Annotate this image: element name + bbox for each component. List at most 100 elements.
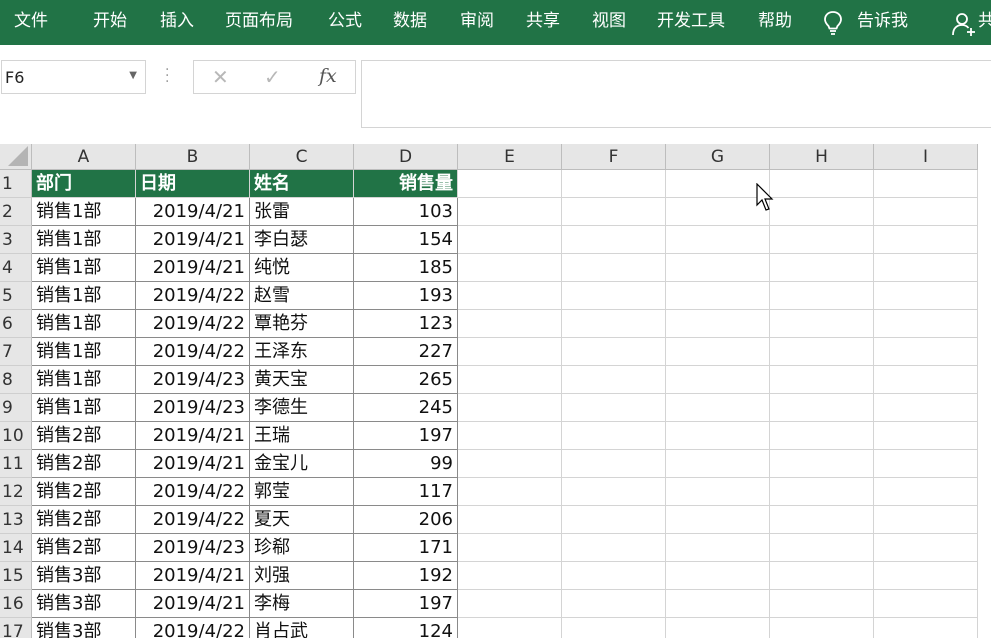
cell-h13[interactable] (770, 506, 874, 534)
data-cell[interactable]: 2019/4/22 (136, 282, 250, 310)
cell-h2[interactable] (770, 198, 874, 226)
cell-g8[interactable] (666, 366, 770, 394)
data-cell[interactable]: 2019/4/22 (136, 310, 250, 338)
cell-h1[interactable] (770, 170, 874, 198)
header-cell[interactable]: 部门 (32, 170, 136, 198)
lightbulb-icon[interactable] (822, 10, 844, 36)
data-cell[interactable]: 销售2部 (32, 450, 136, 478)
cell-h9[interactable] (770, 394, 874, 422)
cell-i5[interactable] (874, 282, 978, 310)
data-cell[interactable]: 黄天宝 (250, 366, 354, 394)
data-cell[interactable]: 192 (354, 562, 458, 590)
cancel-icon[interactable]: ✕ (212, 65, 229, 89)
data-cell[interactable]: 2019/4/21 (136, 450, 250, 478)
tab-view[interactable]: 视图 (592, 0, 626, 45)
cell-g6[interactable] (666, 310, 770, 338)
data-cell[interactable]: 销售2部 (32, 422, 136, 450)
cell-f12[interactable] (562, 478, 666, 506)
data-cell[interactable]: 193 (354, 282, 458, 310)
data-cell[interactable]: 销售2部 (32, 534, 136, 562)
row-header-11[interactable]: 11 (0, 450, 32, 478)
name-box[interactable]: F6 ▼ (1, 60, 146, 94)
cell-e8[interactable] (458, 366, 562, 394)
data-cell[interactable]: 王瑞 (250, 422, 354, 450)
row-header-13[interactable]: 13 (0, 506, 32, 534)
column-header-i[interactable]: I (874, 144, 978, 170)
data-cell[interactable]: 99 (354, 450, 458, 478)
data-cell[interactable]: 销售1部 (32, 282, 136, 310)
cell-i1[interactable] (874, 170, 978, 198)
row-header-14[interactable]: 14 (0, 534, 32, 562)
data-cell[interactable]: 206 (354, 506, 458, 534)
cell-g11[interactable] (666, 450, 770, 478)
enter-check-icon[interactable]: ✓ (264, 65, 281, 89)
data-cell[interactable]: 销售2部 (32, 506, 136, 534)
cell-h16[interactable] (770, 590, 874, 618)
data-cell[interactable]: 2019/4/21 (136, 590, 250, 618)
cell-f3[interactable] (562, 226, 666, 254)
data-cell[interactable]: 2019/4/21 (136, 198, 250, 226)
cell-f13[interactable] (562, 506, 666, 534)
column-header-f[interactable]: F (562, 144, 666, 170)
person-add-icon[interactable] (952, 11, 978, 37)
data-cell[interactable]: 王泽东 (250, 338, 354, 366)
cell-i12[interactable] (874, 478, 978, 506)
cell-g1[interactable] (666, 170, 770, 198)
select-all-button[interactable] (0, 144, 32, 170)
tab-page-layout[interactable]: 页面布局 (225, 0, 293, 45)
data-cell[interactable]: 李梅 (250, 590, 354, 618)
data-cell[interactable]: 227 (354, 338, 458, 366)
cell-f11[interactable] (562, 450, 666, 478)
data-cell[interactable]: 覃艳芬 (250, 310, 354, 338)
cell-e12[interactable] (458, 478, 562, 506)
cell-g4[interactable] (666, 254, 770, 282)
chevron-down-icon[interactable]: ▼ (129, 70, 137, 81)
data-cell[interactable]: 265 (354, 366, 458, 394)
column-header-c[interactable]: C (250, 144, 354, 170)
data-cell[interactable]: 销售1部 (32, 310, 136, 338)
cell-g10[interactable] (666, 422, 770, 450)
column-header-b[interactable]: B (136, 144, 250, 170)
data-cell[interactable]: 销售1部 (32, 226, 136, 254)
cell-i13[interactable] (874, 506, 978, 534)
cell-f8[interactable] (562, 366, 666, 394)
cell-h8[interactable] (770, 366, 874, 394)
cell-g9[interactable] (666, 394, 770, 422)
cell-f7[interactable] (562, 338, 666, 366)
cell-g16[interactable] (666, 590, 770, 618)
column-header-e[interactable]: E (458, 144, 562, 170)
cell-e6[interactable] (458, 310, 562, 338)
data-cell[interactable]: 珍郗 (250, 534, 354, 562)
row-header-1[interactable]: 1 (0, 170, 32, 198)
data-cell[interactable]: 肖占武 (250, 618, 354, 638)
row-header-6[interactable]: 6 (0, 310, 32, 338)
data-cell[interactable]: 2019/4/23 (136, 394, 250, 422)
cell-h17[interactable] (770, 618, 874, 638)
cell-g13[interactable] (666, 506, 770, 534)
header-cell[interactable]: 姓名 (250, 170, 354, 198)
cell-e5[interactable] (458, 282, 562, 310)
data-cell[interactable]: 197 (354, 590, 458, 618)
cell-e11[interactable] (458, 450, 562, 478)
cell-e10[interactable] (458, 422, 562, 450)
row-header-8[interactable]: 8 (0, 366, 32, 394)
data-cell[interactable]: 103 (354, 198, 458, 226)
row-header-12[interactable]: 12 (0, 478, 32, 506)
cell-g5[interactable] (666, 282, 770, 310)
column-header-g[interactable]: G (666, 144, 770, 170)
row-header-3[interactable]: 3 (0, 226, 32, 254)
cell-f4[interactable] (562, 254, 666, 282)
data-cell[interactable]: 2019/4/23 (136, 534, 250, 562)
tab-help[interactable]: 帮助 (758, 0, 792, 45)
drag-handle-icon[interactable]: ··· (165, 67, 169, 85)
tab-file[interactable]: 文件 (14, 0, 48, 45)
cell-h7[interactable] (770, 338, 874, 366)
cell-e16[interactable] (458, 590, 562, 618)
column-header-h[interactable]: H (770, 144, 874, 170)
cell-i6[interactable] (874, 310, 978, 338)
cell-g14[interactable] (666, 534, 770, 562)
cell-h3[interactable] (770, 226, 874, 254)
cell-i8[interactable] (874, 366, 978, 394)
data-cell[interactable]: 纯悦 (250, 254, 354, 282)
row-header-4[interactable]: 4 (0, 254, 32, 282)
